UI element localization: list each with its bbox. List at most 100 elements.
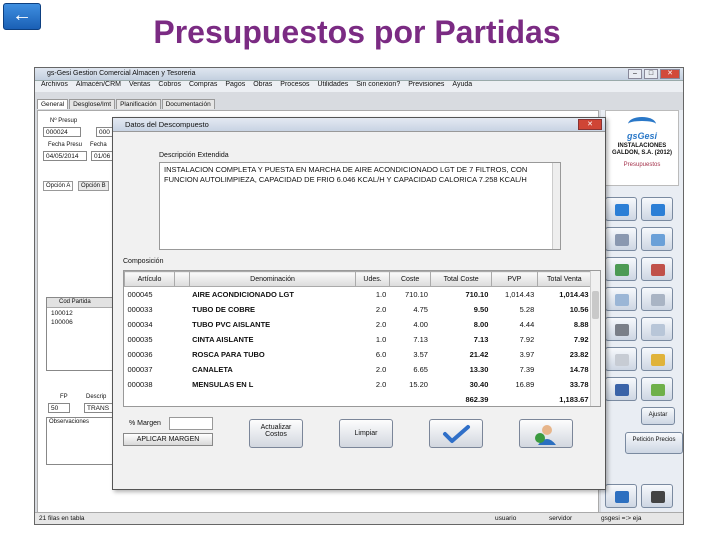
search-icon xyxy=(615,294,629,306)
list-item[interactable]: 100006 xyxy=(47,317,115,326)
email-button[interactable] xyxy=(641,287,673,311)
table-row[interactable]: 000036 ROSCA PARA TUBO 6.0 3.57 21.42 3.… xyxy=(125,347,592,362)
close-icon[interactable]: ✕ xyxy=(660,69,680,79)
cell-total-coste: 30.40 xyxy=(469,379,489,389)
npresup-field[interactable]: 000024 xyxy=(43,127,81,137)
arrow-right-icon xyxy=(615,204,629,216)
menu-ventas[interactable]: Ventas xyxy=(129,81,150,92)
description-scrollbar[interactable] xyxy=(552,163,560,249)
menu-previsiones[interactable]: Previsiones xyxy=(408,81,444,92)
menu-utilidades[interactable]: Utilidades xyxy=(317,81,348,92)
search-button[interactable] xyxy=(605,287,637,311)
nav-prev-button[interactable] xyxy=(641,197,673,221)
logo-swoosh-icon xyxy=(628,117,656,131)
window-controls: – □ ✕ xyxy=(628,69,680,79)
table-row[interactable]: 000033 TUBO DE COBRE 2.0 4.75 9.50 5.28 … xyxy=(125,302,592,317)
book-icon xyxy=(615,384,629,396)
mail-icon xyxy=(651,294,665,306)
menu-cobros[interactable]: Cobros xyxy=(158,81,181,92)
tab-desglose[interactable]: Desglose/Imt xyxy=(69,99,116,109)
col-total-coste[interactable]: Total Coste xyxy=(430,271,492,287)
dialog-title: Datos del Descompuesto xyxy=(125,120,209,129)
menu-compras[interactable]: Compras xyxy=(189,81,217,92)
col-coste[interactable]: Coste xyxy=(388,271,432,287)
total-coste-sum: 862.39 xyxy=(465,394,489,404)
cell-denominacion: ROSCA PARA TUBO xyxy=(192,349,265,359)
col-udes[interactable]: Udes. xyxy=(355,271,390,287)
ajustar-button[interactable]: Ajustar xyxy=(641,407,675,425)
col-pvp[interactable]: PVP xyxy=(490,271,538,287)
col-total-venta[interactable]: Total Venta xyxy=(536,271,593,287)
checkmark-icon xyxy=(443,425,470,443)
col-articulo[interactable]: Artículo xyxy=(123,271,176,287)
menu-almacen[interactable]: Almacén/CRM xyxy=(76,81,121,92)
menubar: Archivos Almacén/CRM Ventas Cobros Compr… xyxy=(35,81,683,92)
observaciones-box[interactable]: Observaciones xyxy=(46,417,116,465)
minimize-icon[interactable]: – xyxy=(628,69,642,79)
files-icon xyxy=(615,354,629,366)
accept-button[interactable] xyxy=(429,419,483,448)
table-row[interactable]: 000034 TUBO PVC AISLANTE 2.0 4.00 8.00 4… xyxy=(125,317,592,332)
table-row[interactable]: 000035 CINTA AISLANTE 1.0 7.13 7.13 7.92… xyxy=(125,332,592,347)
print-button[interactable] xyxy=(605,317,637,341)
files-button[interactable] xyxy=(605,347,637,371)
table-row[interactable]: 000037 CANALETA 2.0 6.65 13.30 7.39 14.7… xyxy=(125,362,592,377)
printer-icon xyxy=(615,324,629,336)
table-row[interactable]: 000038 MENSULAS EN L 2.0 15.20 30.40 16.… xyxy=(125,377,592,392)
menu-ayuda[interactable]: Ayuda xyxy=(452,81,472,92)
add-record-icon xyxy=(615,264,629,276)
book-button[interactable] xyxy=(605,377,637,401)
add-button[interactable] xyxy=(605,257,637,281)
fecha-field[interactable]: 04/05/2014 xyxy=(43,151,87,161)
peticion-precios-button[interactable]: Petición Precios xyxy=(625,432,683,454)
fecha2-field[interactable]: 01/06 xyxy=(91,151,114,161)
descrip-field[interactable]: TRANS xyxy=(84,403,114,413)
tab-general[interactable]: General xyxy=(37,99,69,109)
table-row[interactable]: 000045 AIRE ACONDICIONADO LGT 1.0 710.10… xyxy=(125,287,592,302)
close-icon[interactable]: ✕ xyxy=(578,119,602,130)
fecha-label: Fecha Presu xyxy=(48,142,83,148)
edit-button[interactable] xyxy=(605,227,637,251)
binoculars-button[interactable] xyxy=(641,484,673,508)
scrollbar-thumb[interactable] xyxy=(592,291,599,319)
margin-input[interactable] xyxy=(169,417,213,430)
notes-button[interactable] xyxy=(641,347,673,371)
tab-opcion-b[interactable]: Opción B xyxy=(78,181,109,191)
fp-label: FP xyxy=(60,394,68,400)
refresh-button[interactable] xyxy=(605,484,637,508)
menu-sin-conexion[interactable]: Sin conexion? xyxy=(356,81,400,92)
row-count: 21 filas en tabla xyxy=(39,515,85,522)
description-textarea[interactable]: INSTALACION COMPLETA Y PUESTA EN MARCHA … xyxy=(159,162,561,250)
money-button[interactable] xyxy=(641,377,673,401)
grid-scrollbar[interactable] xyxy=(590,271,600,406)
aplicar-margen-button[interactable]: APLICAR MARGEN xyxy=(123,433,213,446)
cell-coste: 6.65 xyxy=(413,364,428,374)
nav-next-button[interactable] xyxy=(605,197,637,221)
menu-procesos[interactable]: Procesos xyxy=(280,81,309,92)
list-item[interactable]: 100012 xyxy=(47,308,115,317)
delete-button[interactable] xyxy=(641,257,673,281)
cell-pvp: 5.28 xyxy=(519,304,535,314)
tab-documentacion[interactable]: Documentación xyxy=(161,99,215,109)
module-name: Presupuestos xyxy=(623,162,661,168)
cell-coste: 710.10 xyxy=(404,289,428,299)
exit-button[interactable] xyxy=(519,419,573,448)
tab-opcion-a[interactable]: Opción A xyxy=(43,181,74,191)
cell-total-venta: 8.88 xyxy=(573,319,589,329)
cell-total-venta: 10.56 xyxy=(569,304,589,314)
limpiar-button[interactable]: Limpiar xyxy=(339,419,393,448)
cell-denominacion: AIRE ACONDICIONADO LGT xyxy=(192,289,294,299)
maximize-icon[interactable]: □ xyxy=(644,69,658,79)
cloud-button[interactable] xyxy=(641,317,673,341)
tab-planificacion[interactable]: Planificación xyxy=(116,99,161,109)
right-panel: gsGesi INSTALACIONES GALDON, S.A. (2012)… xyxy=(601,110,683,513)
menu-obras[interactable]: Obras xyxy=(253,81,272,92)
cell-denominacion: TUBO DE COBRE xyxy=(192,304,256,314)
actualizar-costos-button[interactable]: Actualizar Costos xyxy=(249,419,303,448)
col-denominacion[interactable]: Denominación xyxy=(188,271,357,287)
menu-archivos[interactable]: Archivos xyxy=(41,81,68,92)
menu-pagos[interactable]: Pagos xyxy=(225,81,245,92)
copy-button[interactable] xyxy=(641,227,673,251)
user-exit-icon xyxy=(535,425,556,445)
fp-field[interactable]: 50 xyxy=(48,403,70,413)
